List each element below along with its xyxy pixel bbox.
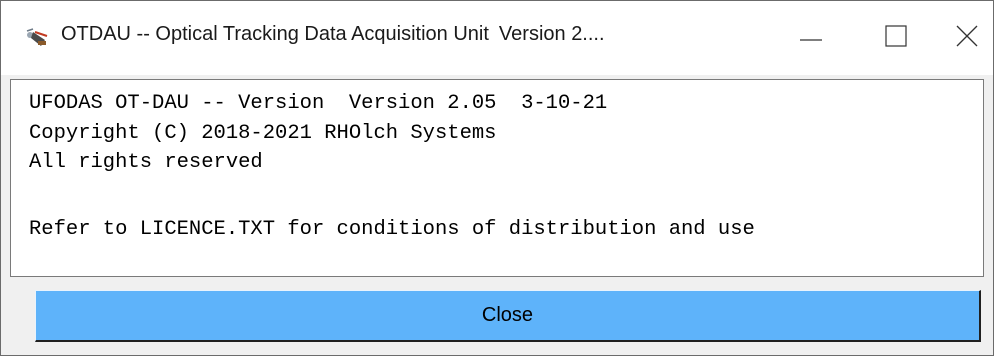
satellite-dish-icon <box>23 26 51 48</box>
window-title-version: Version 2.... <box>498 23 605 45</box>
about-dialog: OTDAU -- Optical Tracking Data Acquisiti… <box>0 0 994 356</box>
about-line-copyright: Copyright (C) 2018-2021 RHOlch Systems <box>29 122 497 145</box>
maximize-button[interactable] <box>851 1 941 75</box>
close-icon <box>956 25 978 52</box>
about-line-licence: Refer to LICENCE.TXT for conditions of d… <box>29 218 755 241</box>
close-button[interactable]: Close <box>35 290 981 342</box>
about-line-rights: All rights reserved <box>29 151 263 174</box>
window-title: OTDAU -- Optical Tracking Data Acquisiti… <box>61 23 605 46</box>
window-close-button[interactable] <box>941 1 993 75</box>
minimize-button[interactable] <box>761 1 861 75</box>
window-title-main: OTDAU -- Optical Tracking Data Acquisiti… <box>61 23 489 45</box>
about-text-box[interactable]: UFODAS OT-DAU -- Version Version 2.05 3-… <box>10 79 984 277</box>
title-bar[interactable]: OTDAU -- Optical Tracking Data Acquisiti… <box>1 1 993 75</box>
minimize-icon <box>800 29 822 47</box>
maximize-icon <box>885 24 907 52</box>
about-line-version: UFODAS OT-DAU -- Version Version 2.05 3-… <box>29 92 608 115</box>
